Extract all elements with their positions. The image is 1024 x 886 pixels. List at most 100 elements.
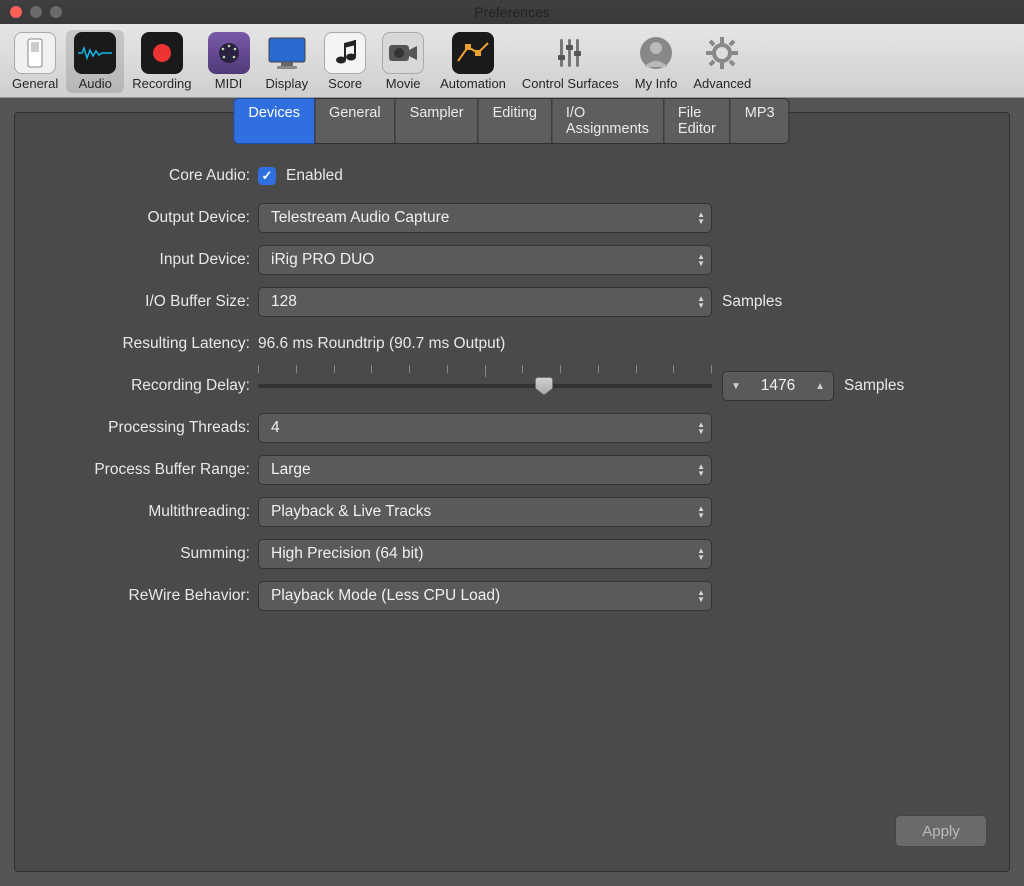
- stepper-icon: ▲▼: [697, 463, 705, 477]
- toolbar-label: Movie: [386, 76, 421, 91]
- row-io-buffer: I/O Buffer Size: 128 ▲▼ Samples: [15, 281, 1009, 323]
- tab-bar: Devices General Sampler Editing I/O Assi…: [234, 98, 789, 144]
- toolbar-label: General: [12, 76, 58, 91]
- recording-delay-value[interactable]: ▼ 1476 ▲: [722, 371, 834, 401]
- row-summing: Summing: High Precision (64 bit) ▲▼: [15, 533, 1009, 575]
- toolbar-label: Audio: [79, 76, 112, 91]
- toolbar-automation[interactable]: Automation: [432, 30, 514, 93]
- tab-sampler[interactable]: Sampler: [395, 98, 479, 144]
- my-info-icon: [635, 32, 677, 74]
- tab-file-editor[interactable]: File Editor: [663, 98, 731, 144]
- toolbar-advanced[interactable]: Advanced: [685, 30, 759, 93]
- label-processing-threads: Processing Threads:: [15, 419, 258, 437]
- preferences-window: Preferences General Audio Recording MIDI: [0, 0, 1024, 886]
- toolbar-movie[interactable]: Movie: [374, 30, 432, 93]
- tab-io-assignments[interactable]: I/O Assignments: [551, 98, 664, 144]
- label-input-device: Input Device:: [15, 251, 258, 269]
- toolbar-recording[interactable]: Recording: [124, 30, 199, 93]
- toolbar-label: Control Surfaces: [522, 76, 619, 91]
- stepper-icon: ▲▼: [697, 295, 705, 309]
- output-device-select[interactable]: Telestream Audio Capture ▲▼: [258, 203, 712, 233]
- rewire-select[interactable]: Playback Mode (Less CPU Load) ▲▼: [258, 581, 712, 611]
- row-processing-threads: Processing Threads: 4 ▲▼: [15, 407, 1009, 449]
- toolbar-label: Score: [328, 76, 362, 91]
- label-output-device: Output Device:: [15, 209, 258, 227]
- numbox-value: 1476: [761, 377, 795, 395]
- io-buffer-select[interactable]: 128 ▲▼: [258, 287, 712, 317]
- slider-thumb[interactable]: [535, 377, 553, 395]
- input-device-select[interactable]: iRig PRO DUO ▲▼: [258, 245, 712, 275]
- tab-general[interactable]: General: [314, 98, 396, 144]
- label-multithreading: Multithreading:: [15, 503, 258, 521]
- toolbar-label: Display: [266, 76, 309, 91]
- toolbar: General Audio Recording MIDI Display: [0, 24, 1024, 98]
- content-area: Devices General Sampler Editing I/O Assi…: [0, 98, 1024, 886]
- select-value: 4: [271, 419, 280, 437]
- stepper-icon: ▲▼: [697, 505, 705, 519]
- apply-button[interactable]: Apply: [895, 815, 987, 847]
- stepper-icon: ▲▼: [697, 547, 705, 561]
- settings-panel: Devices General Sampler Editing I/O Assi…: [14, 112, 1010, 872]
- row-multithreading: Multithreading: Playback & Live Tracks ▲…: [15, 491, 1009, 533]
- label-io-buffer: I/O Buffer Size:: [15, 293, 258, 311]
- label-summing: Summing:: [15, 545, 258, 563]
- select-value: Large: [271, 461, 311, 479]
- audio-icon: [74, 32, 116, 74]
- toolbar-audio[interactable]: Audio: [66, 30, 124, 93]
- samples-unit: Samples: [844, 377, 904, 395]
- slider-track: [258, 384, 712, 388]
- toolbar-label: My Info: [635, 76, 678, 91]
- toolbar-score[interactable]: Score: [316, 30, 374, 93]
- devices-form: Core Audio: ✓ Enabled Output Device: Tel…: [15, 147, 1009, 625]
- select-value: Playback & Live Tracks: [271, 503, 431, 521]
- process-buffer-select[interactable]: Large ▲▼: [258, 455, 712, 485]
- toolbar-label: Advanced: [693, 76, 751, 91]
- row-output-device: Output Device: Telestream Audio Capture …: [15, 197, 1009, 239]
- midi-icon: [208, 32, 250, 74]
- automation-icon: [452, 32, 494, 74]
- control-surfaces-icon: [549, 32, 591, 74]
- toolbar-general[interactable]: General: [4, 30, 66, 93]
- multithreading-select[interactable]: Playback & Live Tracks ▲▼: [258, 497, 712, 527]
- select-value: High Precision (64 bit): [271, 545, 423, 563]
- toolbar-control-surfaces[interactable]: Control Surfaces: [514, 30, 627, 93]
- summing-select[interactable]: High Precision (64 bit) ▲▼: [258, 539, 712, 569]
- window-title: Preferences: [0, 4, 1024, 20]
- label-latency: Resulting Latency:: [15, 335, 258, 353]
- row-process-buffer: Process Buffer Range: Large ▲▼: [15, 449, 1009, 491]
- core-audio-checkbox[interactable]: ✓: [258, 167, 276, 185]
- chevron-up-icon[interactable]: ▲: [815, 381, 825, 392]
- recording-icon: [141, 32, 183, 74]
- processing-threads-select[interactable]: 4 ▲▼: [258, 413, 712, 443]
- movie-icon: [382, 32, 424, 74]
- latency-value: 96.6 ms Roundtrip (90.7 ms Output): [258, 335, 505, 353]
- slider-ticks: [258, 365, 712, 377]
- select-value: Telestream Audio Capture: [271, 209, 449, 227]
- apply-row: Apply: [15, 815, 1009, 871]
- titlebar: Preferences: [0, 0, 1024, 24]
- tab-mp3[interactable]: MP3: [730, 98, 790, 144]
- tab-editing[interactable]: Editing: [478, 98, 552, 144]
- toolbar-my-info[interactable]: My Info: [627, 30, 686, 93]
- score-icon: [324, 32, 366, 74]
- label-recording-delay: Recording Delay:: [15, 377, 258, 395]
- row-rewire: ReWire Behavior: Playback Mode (Less CPU…: [15, 575, 1009, 617]
- stepper-icon: ▲▼: [697, 589, 705, 603]
- tab-devices[interactable]: Devices: [233, 98, 315, 144]
- chevron-down-icon[interactable]: ▼: [731, 381, 741, 392]
- select-value: iRig PRO DUO: [271, 251, 374, 269]
- toolbar-label: MIDI: [215, 76, 242, 91]
- label-process-buffer: Process Buffer Range:: [15, 461, 258, 479]
- select-value: 128: [271, 293, 297, 311]
- samples-unit: Samples: [722, 293, 782, 311]
- row-input-device: Input Device: iRig PRO DUO ▲▼: [15, 239, 1009, 281]
- display-icon: [266, 32, 308, 74]
- toolbar-display[interactable]: Display: [258, 30, 317, 93]
- recording-delay-slider[interactable]: [258, 371, 712, 401]
- enabled-text: Enabled: [286, 167, 343, 185]
- advanced-icon: [701, 32, 743, 74]
- general-icon: [14, 32, 56, 74]
- toolbar-midi[interactable]: MIDI: [200, 30, 258, 93]
- row-recording-delay: Recording Delay: ▼ 1476 ▲: [15, 365, 1009, 407]
- label-core-audio: Core Audio:: [15, 167, 258, 185]
